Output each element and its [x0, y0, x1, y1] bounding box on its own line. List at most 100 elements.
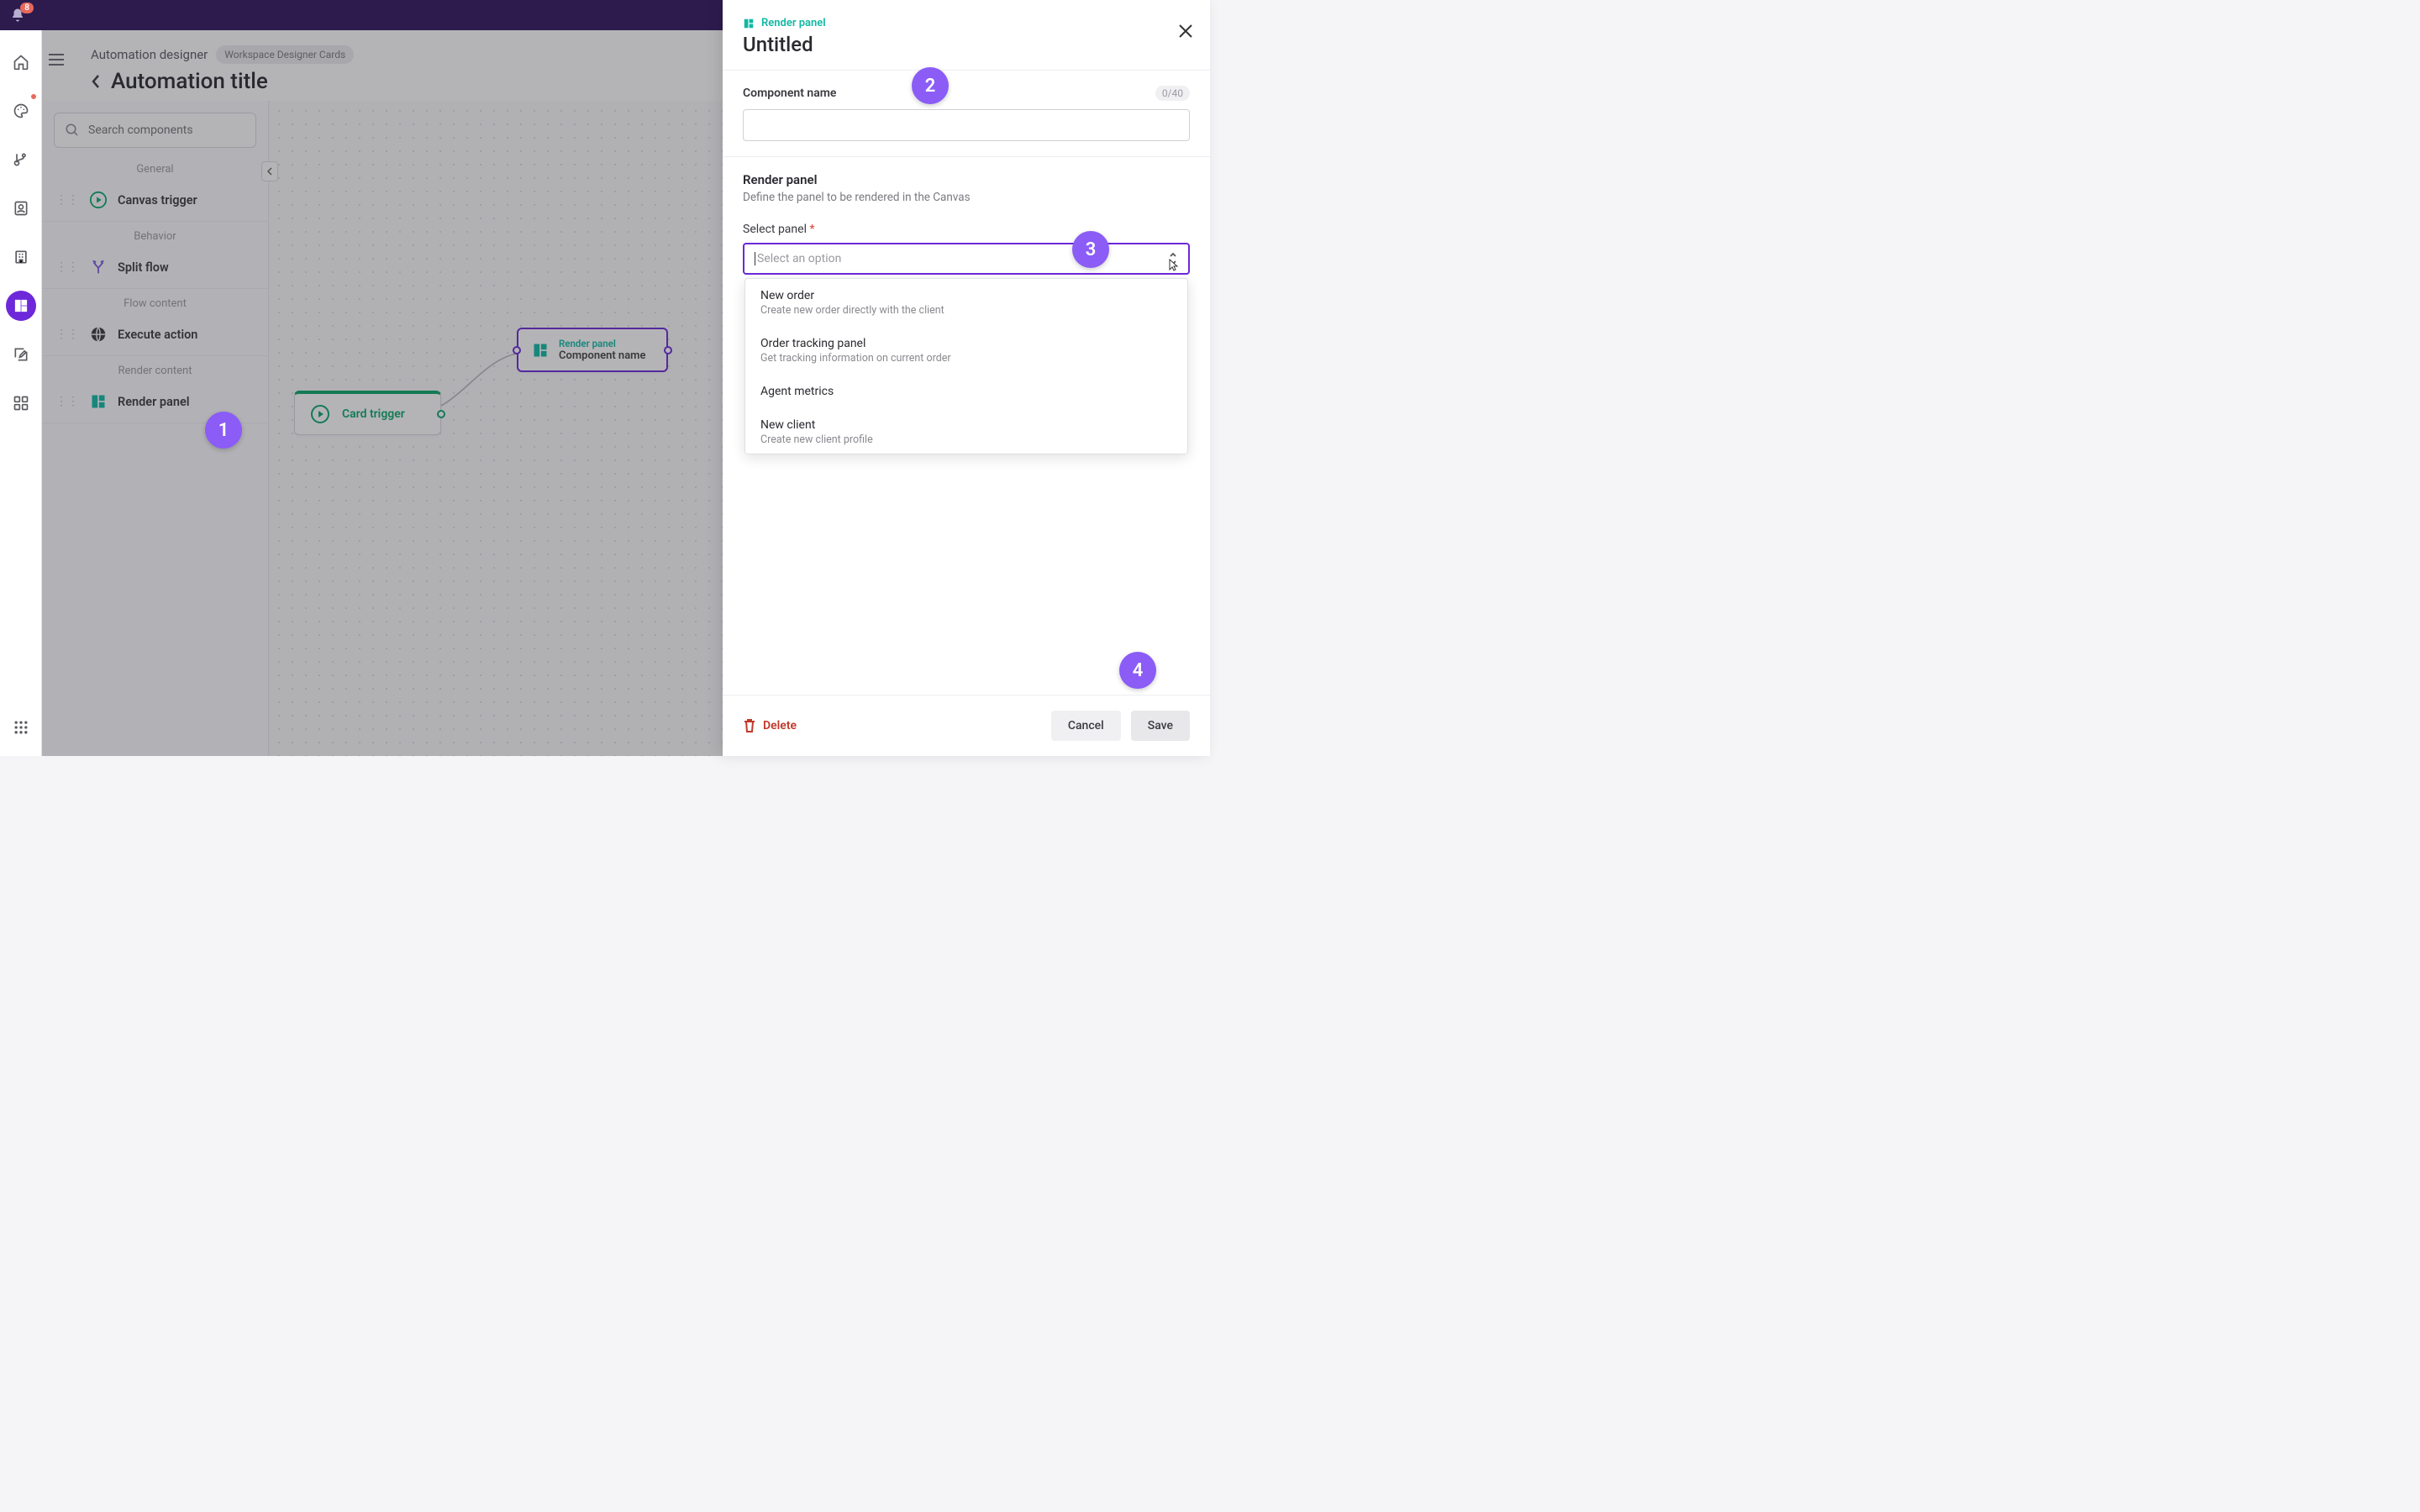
node-card-trigger[interactable]: Card trigger — [294, 391, 441, 435]
panels-icon — [13, 298, 29, 313]
drag-handle-icon: ⋮⋮ — [55, 395, 79, 408]
rail-apps[interactable] — [6, 388, 36, 418]
select-panel-label: Select panel * — [743, 223, 1190, 236]
drag-handle-icon: ⋮⋮ — [55, 260, 79, 274]
save-button[interactable]: Save — [1131, 711, 1190, 741]
play-circle-icon — [308, 402, 332, 426]
component-canvas-trigger[interactable]: ⋮⋮ Canvas trigger — [42, 179, 268, 222]
input-port[interactable] — [513, 346, 521, 354]
rail-paint[interactable] — [6, 96, 36, 126]
component-name-label: Component name — [743, 87, 836, 100]
render-panel-section: Render panel Define the panel to be rend… — [723, 157, 1210, 290]
section-title: Render panel — [743, 172, 1190, 187]
page-title: Automation title — [111, 69, 268, 94]
collapse-sidebar[interactable] — [261, 161, 278, 181]
dropdown-menu: New order Create new order directly with… — [744, 278, 1188, 454]
option-new-client[interactable]: New client Create new client profile — [745, 408, 1187, 454]
panel-icon — [87, 391, 109, 412]
search-input[interactable] — [88, 123, 245, 137]
component-name-section: Component name 0/40 — [723, 71, 1210, 157]
section-desc: Define the panel to be rendered in the C… — [743, 191, 1190, 204]
chevron-up-down-icon — [1168, 252, 1178, 265]
rail-building[interactable] — [6, 242, 36, 272]
char-count: 0/40 — [1155, 86, 1190, 101]
drag-handle-icon: ⋮⋮ — [55, 193, 79, 207]
output-port[interactable] — [664, 346, 672, 354]
menu-toggle[interactable] — [49, 54, 64, 66]
option-new-order[interactable]: New order Create new order directly with… — [745, 279, 1187, 327]
apps-grid-icon — [13, 719, 29, 736]
component-label: Canvas trigger — [118, 193, 197, 207]
breadcrumb-tag[interactable]: Workspace Designer Cards — [216, 45, 354, 64]
component-label: Render panel — [118, 395, 190, 409]
option-desc: Get tracking information on current orde… — [760, 352, 1172, 365]
palette-icon — [13, 102, 29, 119]
config-panel: Render panel Untitled Component name 0/4… — [723, 0, 1210, 756]
notification-count-badge: 8 — [20, 3, 34, 13]
node-type-label: Render panel — [559, 338, 645, 349]
home-icon — [13, 54, 29, 71]
cancel-button[interactable]: Cancel — [1051, 711, 1121, 741]
component-label: Execute action — [118, 328, 197, 342]
rail-launcher[interactable] — [6, 712, 36, 743]
config-title: Untitled — [743, 33, 1190, 56]
option-desc: Create new client profile — [760, 433, 1172, 446]
group-general: General — [42, 163, 268, 176]
option-desc: Create new order directly with the clien… — [760, 304, 1172, 317]
branch-icon — [13, 151, 29, 168]
node-label: Component name — [559, 349, 645, 362]
compose-icon — [13, 346, 29, 363]
group-render-content: Render content — [42, 365, 268, 377]
drag-handle-icon: ⋮⋮ — [55, 328, 79, 341]
config-type-label: Render panel — [761, 17, 826, 29]
component-execute-action[interactable]: ⋮⋮ Execute action — [42, 313, 268, 356]
rail-home[interactable] — [6, 47, 36, 77]
option-title: Agent metrics — [760, 385, 1172, 398]
search-icon — [65, 123, 80, 138]
group-flow-content: Flow content — [42, 297, 268, 310]
config-header: Render panel Untitled — [723, 0, 1210, 71]
close-icon — [1178, 24, 1193, 39]
component-split-flow[interactable]: ⋮⋮ Split flow — [42, 246, 268, 289]
option-title: Order tracking panel — [760, 337, 1172, 350]
chevron-left-icon — [91, 74, 101, 89]
config-footer: Delete Cancel Save — [723, 695, 1210, 756]
annotation-3: 3 — [1072, 231, 1109, 268]
cursor-icon — [1168, 259, 1180, 272]
option-order-tracking[interactable]: Order tracking panel Get tracking inform… — [745, 327, 1187, 375]
component-name-input[interactable] — [743, 109, 1190, 141]
breadcrumb-section[interactable]: Automation designer — [91, 47, 208, 62]
left-nav-rail — [0, 30, 42, 756]
component-label: Split flow — [118, 260, 169, 275]
rail-panels[interactable] — [6, 291, 36, 321]
grid-icon — [13, 395, 29, 412]
annotation-1: 1 — [205, 412, 242, 449]
trash-icon — [743, 718, 756, 733]
search-components[interactable] — [54, 113, 256, 148]
play-circle-icon — [87, 189, 109, 211]
close-button[interactable] — [1178, 24, 1193, 39]
option-agent-metrics[interactable]: Agent metrics — [745, 375, 1187, 408]
hamburger-icon — [49, 54, 64, 66]
node-render-panel[interactable]: Render panel Component name — [517, 328, 668, 372]
contacts-icon — [13, 200, 29, 217]
panel-icon — [532, 342, 549, 359]
rail-contacts[interactable] — [6, 193, 36, 223]
option-title: New order — [760, 289, 1172, 302]
annotation-4: 4 — [1119, 652, 1156, 689]
rail-compose[interactable] — [6, 339, 36, 370]
annotation-2: 2 — [912, 67, 949, 104]
rail-badge-icon — [29, 92, 38, 101]
split-icon — [87, 256, 109, 278]
chevron-left-icon — [266, 167, 273, 176]
rail-branches[interactable] — [6, 144, 36, 175]
option-title: New client — [760, 418, 1172, 432]
globe-icon — [87, 323, 109, 345]
select-panel-dropdown[interactable]: Select an option New order Create new or… — [743, 243, 1190, 275]
delete-button[interactable]: Delete — [743, 718, 797, 733]
output-port[interactable] — [437, 410, 445, 418]
notifications-button[interactable]: 8 — [10, 8, 25, 23]
group-behavior: Behavior — [42, 230, 268, 243]
back-button[interactable] — [91, 74, 101, 89]
node-label: Card trigger — [342, 407, 405, 421]
